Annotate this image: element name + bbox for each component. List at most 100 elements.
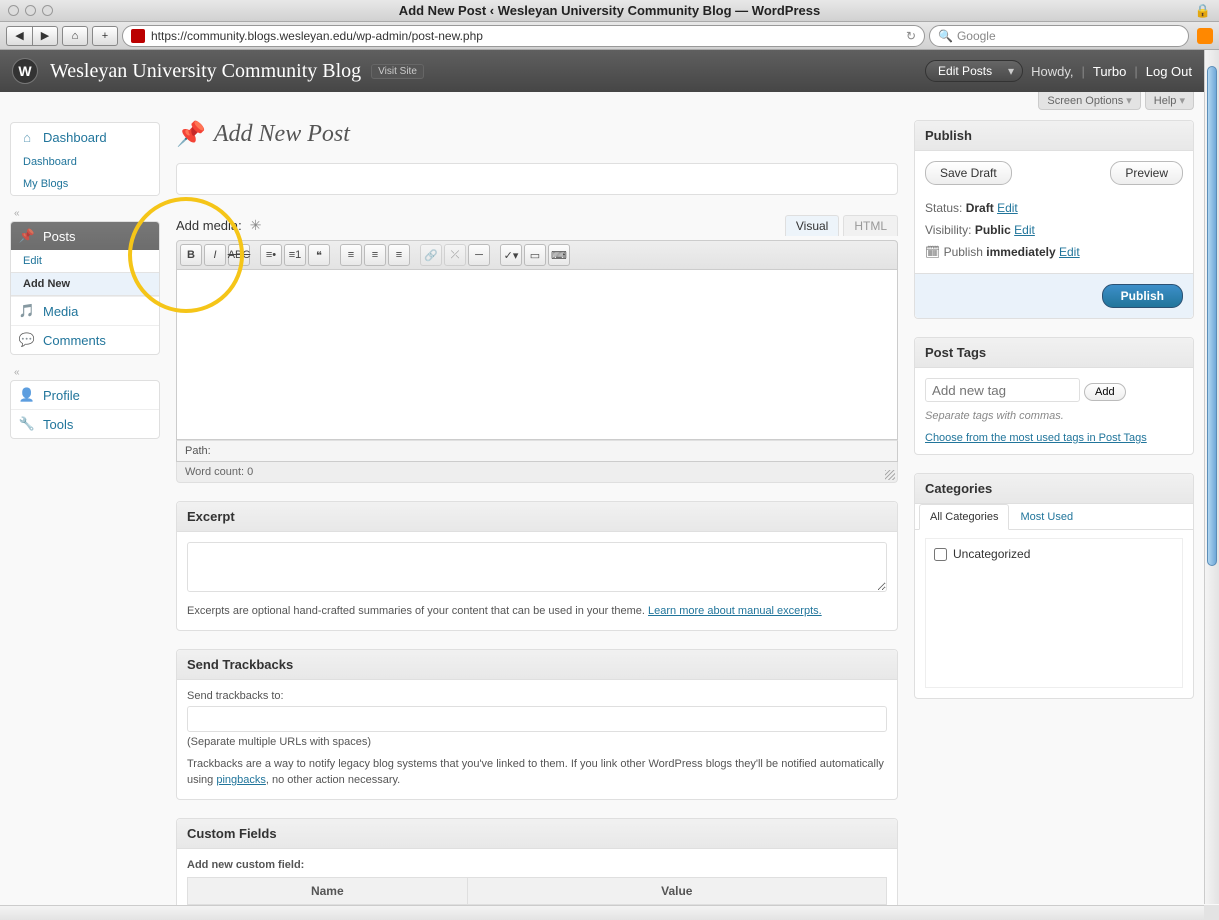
fullscreen-button[interactable]: ▭ — [524, 244, 546, 266]
submenu-my-blogs[interactable]: My Blogs — [11, 173, 159, 195]
visit-site-button[interactable]: Visit Site — [371, 64, 424, 79]
excerpt-heading[interactable]: Excerpt — [177, 502, 897, 532]
schedule-row: 🗓 Publish immediately Edit — [925, 241, 1183, 263]
choose-tags-link[interactable]: Choose from the most used tags in Post T… — [925, 432, 1147, 444]
trackbacks-heading[interactable]: Send Trackbacks — [177, 650, 897, 680]
html-tab[interactable]: HTML — [843, 215, 898, 236]
categories-heading[interactable]: Categories — [915, 474, 1193, 504]
help-tab[interactable]: Help — [1145, 92, 1194, 110]
home-button[interactable]: ⌂ — [62, 26, 88, 46]
editor-path: Path: — [176, 440, 898, 462]
edit-status-link[interactable]: Edit — [997, 201, 1018, 215]
category-list: Uncategorized — [925, 538, 1183, 688]
excerpt-textarea[interactable] — [187, 542, 887, 592]
custom-fields-heading[interactable]: Custom Fields — [177, 819, 897, 849]
trackbacks-box: Send Trackbacks Send trackbacks to: (Sep… — [176, 649, 898, 800]
content-editor[interactable] — [176, 270, 898, 440]
menu-comments[interactable]: 💬 Comments — [11, 325, 159, 354]
status-row: Status: Draft Edit — [925, 197, 1183, 219]
vertical-scrollbar[interactable] — [1204, 50, 1219, 904]
collapse-menu-icon-2[interactable]: « — [10, 365, 160, 380]
scrollbar-thumb[interactable] — [1207, 66, 1217, 566]
category-checkbox[interactable] — [934, 548, 947, 561]
calendar-icon: 🗓 — [925, 245, 940, 259]
address-bar[interactable]: https://community.blogs.wesleyan.edu/wp-… — [122, 25, 925, 47]
wordpress-logo-icon[interactable]: W — [12, 58, 38, 84]
rss-icon[interactable] — [1197, 28, 1213, 44]
bold-button[interactable]: B — [180, 244, 202, 266]
category-item[interactable]: Uncategorized — [934, 547, 1174, 561]
scrollbar-corner — [1204, 905, 1219, 920]
publish-box: Publish Save Draft Preview Status: Draft… — [914, 120, 1194, 319]
pushpin-icon: 📌 — [19, 228, 35, 244]
turbo-link[interactable]: Turbo — [1093, 64, 1126, 79]
more-tag-button[interactable]: ─ — [468, 244, 490, 266]
visual-tab[interactable]: Visual — [785, 215, 839, 236]
url-text: https://community.blogs.wesleyan.edu/wp-… — [151, 29, 483, 43]
add-bookmark-button[interactable]: + — [92, 26, 118, 46]
site-title[interactable]: Wesleyan University Community Blog — [50, 60, 361, 83]
collapse-menu-icon[interactable]: « — [10, 206, 160, 221]
edit-visibility-link[interactable]: Edit — [1014, 223, 1035, 237]
align-right-button[interactable]: ≡ — [388, 244, 410, 266]
publish-button[interactable]: Publish — [1102, 284, 1183, 308]
menu-dashboard[interactable]: ⌂ Dashboard — [11, 123, 159, 151]
home-icon: ⌂ — [19, 129, 35, 145]
publish-heading[interactable]: Publish — [915, 121, 1193, 151]
tag-input[interactable] — [925, 378, 1080, 402]
menu-media[interactable]: 🎵 Media — [11, 296, 159, 325]
admin-menu: ⌂ Dashboard Dashboard My Blogs « 📌 — [10, 110, 160, 905]
menu-tools[interactable]: 🔧 Tools — [11, 409, 159, 438]
preview-button[interactable]: Preview — [1110, 161, 1183, 185]
resize-handle[interactable] — [885, 470, 895, 480]
all-categories-tab[interactable]: All Categories — [919, 504, 1009, 530]
excerpt-learn-more-link[interactable]: Learn more about manual excerpts. — [648, 605, 822, 617]
custom-fields-subtitle: Add new custom field: — [187, 859, 304, 871]
bullet-list-button[interactable]: ≡• — [260, 244, 282, 266]
editor-wordcount: Word count: 0 — [176, 462, 898, 483]
align-center-button[interactable]: ≡ — [364, 244, 386, 266]
add-media-button[interactable]: ✳ — [250, 217, 262, 234]
minimize-window-button[interactable] — [25, 5, 36, 16]
post-title-input[interactable] — [176, 163, 898, 195]
post-tags-heading[interactable]: Post Tags — [915, 338, 1193, 368]
menu-posts[interactable]: 📌 Posts — [11, 222, 159, 250]
logout-link[interactable]: Log Out — [1146, 64, 1192, 79]
submenu-add-new[interactable]: Add New — [11, 272, 159, 296]
unlink-button[interactable]: ⤫ — [444, 244, 466, 266]
most-used-tab[interactable]: Most Used — [1009, 504, 1084, 530]
submenu-edit-posts[interactable]: Edit — [11, 250, 159, 272]
menu-profile[interactable]: 👤 Profile — [11, 381, 159, 409]
zoom-window-button[interactable] — [42, 5, 53, 16]
post-tags-box: Post Tags Add Separate tags with commas.… — [914, 337, 1194, 455]
save-draft-button[interactable]: Save Draft — [925, 161, 1012, 185]
submenu-dashboard[interactable]: Dashboard — [11, 151, 159, 173]
forward-button[interactable]: ▶ — [32, 26, 58, 46]
visibility-row: Visibility: Public Edit — [925, 219, 1183, 241]
favorites-dropdown[interactable]: Edit Posts — [925, 60, 1023, 82]
horizontal-scrollbar[interactable] — [0, 905, 1204, 920]
kitchen-sink-button[interactable]: ⌨ — [548, 244, 570, 266]
media-icon: 🎵 — [19, 303, 35, 319]
edit-schedule-link[interactable]: Edit — [1059, 245, 1080, 259]
tags-hint: Separate tags with commas. — [925, 410, 1183, 422]
categories-box: Categories All Categories Most Used — [914, 473, 1194, 699]
custom-fields-box: Custom Fields Add new custom field: Name… — [176, 818, 898, 906]
close-window-button[interactable] — [8, 5, 19, 16]
numbered-list-button[interactable]: ≡1 — [284, 244, 306, 266]
pingbacks-link[interactable]: pingbacks — [216, 774, 266, 786]
search-icon: 🔍 — [938, 29, 953, 43]
back-button[interactable]: ◀ — [6, 26, 32, 46]
reload-icon[interactable]: ↻ — [906, 29, 916, 43]
browser-search[interactable]: 🔍 Google — [929, 25, 1189, 47]
spellcheck-button[interactable]: ✓▾ — [500, 244, 522, 266]
add-tag-button[interactable]: Add — [1084, 383, 1126, 401]
link-button[interactable]: 🔗 — [420, 244, 442, 266]
italic-button[interactable]: I — [204, 244, 226, 266]
strikethrough-button[interactable]: ABC — [228, 244, 250, 266]
trackbacks-input[interactable] — [187, 706, 887, 732]
align-left-button[interactable]: ≡ — [340, 244, 362, 266]
window-title: Add New Post ‹ Wesleyan University Commu… — [399, 3, 820, 18]
blockquote-button[interactable]: ❝ — [308, 244, 330, 266]
screen-options-tab[interactable]: Screen Options — [1038, 92, 1140, 110]
